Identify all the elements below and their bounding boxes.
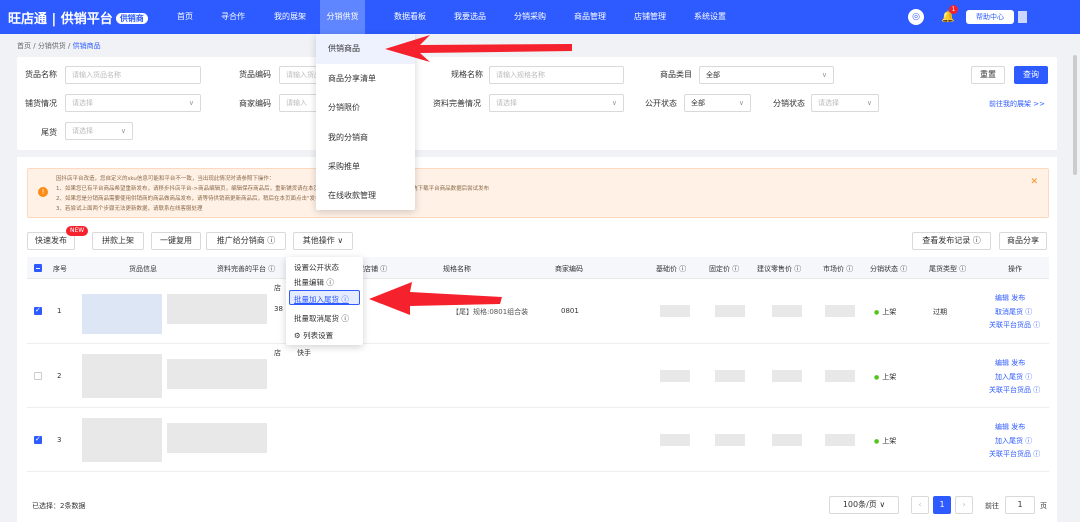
arrow-to-supply-goods — [385, 35, 572, 62]
annotation-arrows — [369, 35, 572, 315]
arrow-to-batch-add-tail — [369, 282, 502, 315]
